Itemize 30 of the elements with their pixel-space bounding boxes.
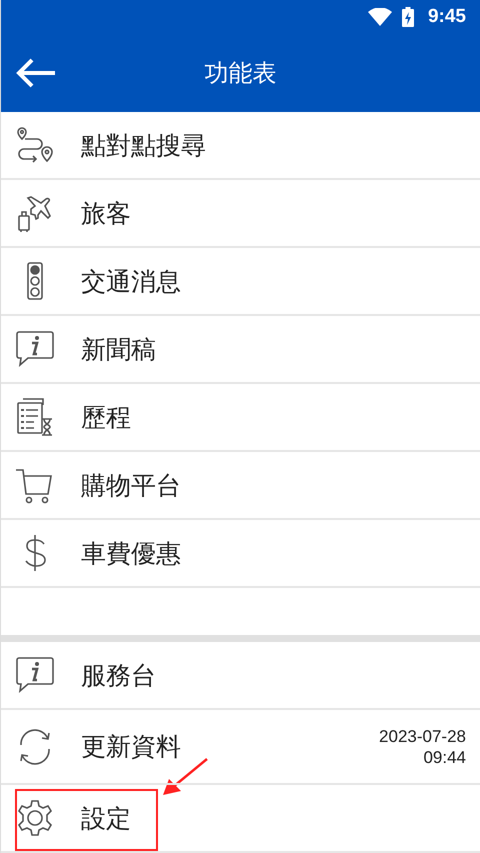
menu-item[interactable]: 新聞稿 [1, 316, 480, 384]
route-icon [15, 125, 55, 165]
menu-item[interactable]: 服務台 [1, 642, 480, 710]
last-updated-time: 2023-07-28 09:44 [379, 726, 466, 768]
menu-item[interactable]: 交通消息 [1, 248, 480, 316]
screen-title: 功能表 [204, 58, 276, 89]
info-speech-bubble-icon [15, 655, 55, 695]
menu-label: 旅客 [81, 198, 131, 230]
menu-label: 歷程 [81, 402, 131, 434]
menu-label: 設定 [81, 802, 131, 834]
wifi-icon [368, 8, 392, 26]
status-time: 9:45 [428, 6, 466, 28]
menu-label: 服務台 [81, 660, 156, 692]
menu-label: 交通消息 [81, 266, 181, 298]
menu-label: 車費優惠 [81, 538, 181, 570]
list-with-hourglass-icon [15, 397, 55, 437]
menu-item[interactable]: 購物平台 [1, 452, 480, 520]
menu-item[interactable]: 設定 [1, 785, 480, 853]
menu-item[interactable]: 點對點搜尋 [1, 112, 480, 180]
menu-label: 購物平台 [81, 470, 181, 502]
menu-label: 更新資料 [81, 731, 181, 763]
info-speech-bubble-icon [15, 329, 55, 369]
menu-item[interactable]: 車費優惠 [1, 520, 480, 588]
menu-item[interactable]: 歷程 [1, 384, 480, 452]
menu-label: 新聞稿 [81, 334, 156, 366]
menu-item[interactable]: 更新資料 2023-07-28 09:44 [1, 710, 480, 785]
battery-charging-icon [402, 7, 414, 27]
settings-icon [15, 798, 55, 838]
menu-label: 點對點搜尋 [81, 130, 206, 162]
menu-item[interactable]: 旅客 [1, 180, 480, 248]
